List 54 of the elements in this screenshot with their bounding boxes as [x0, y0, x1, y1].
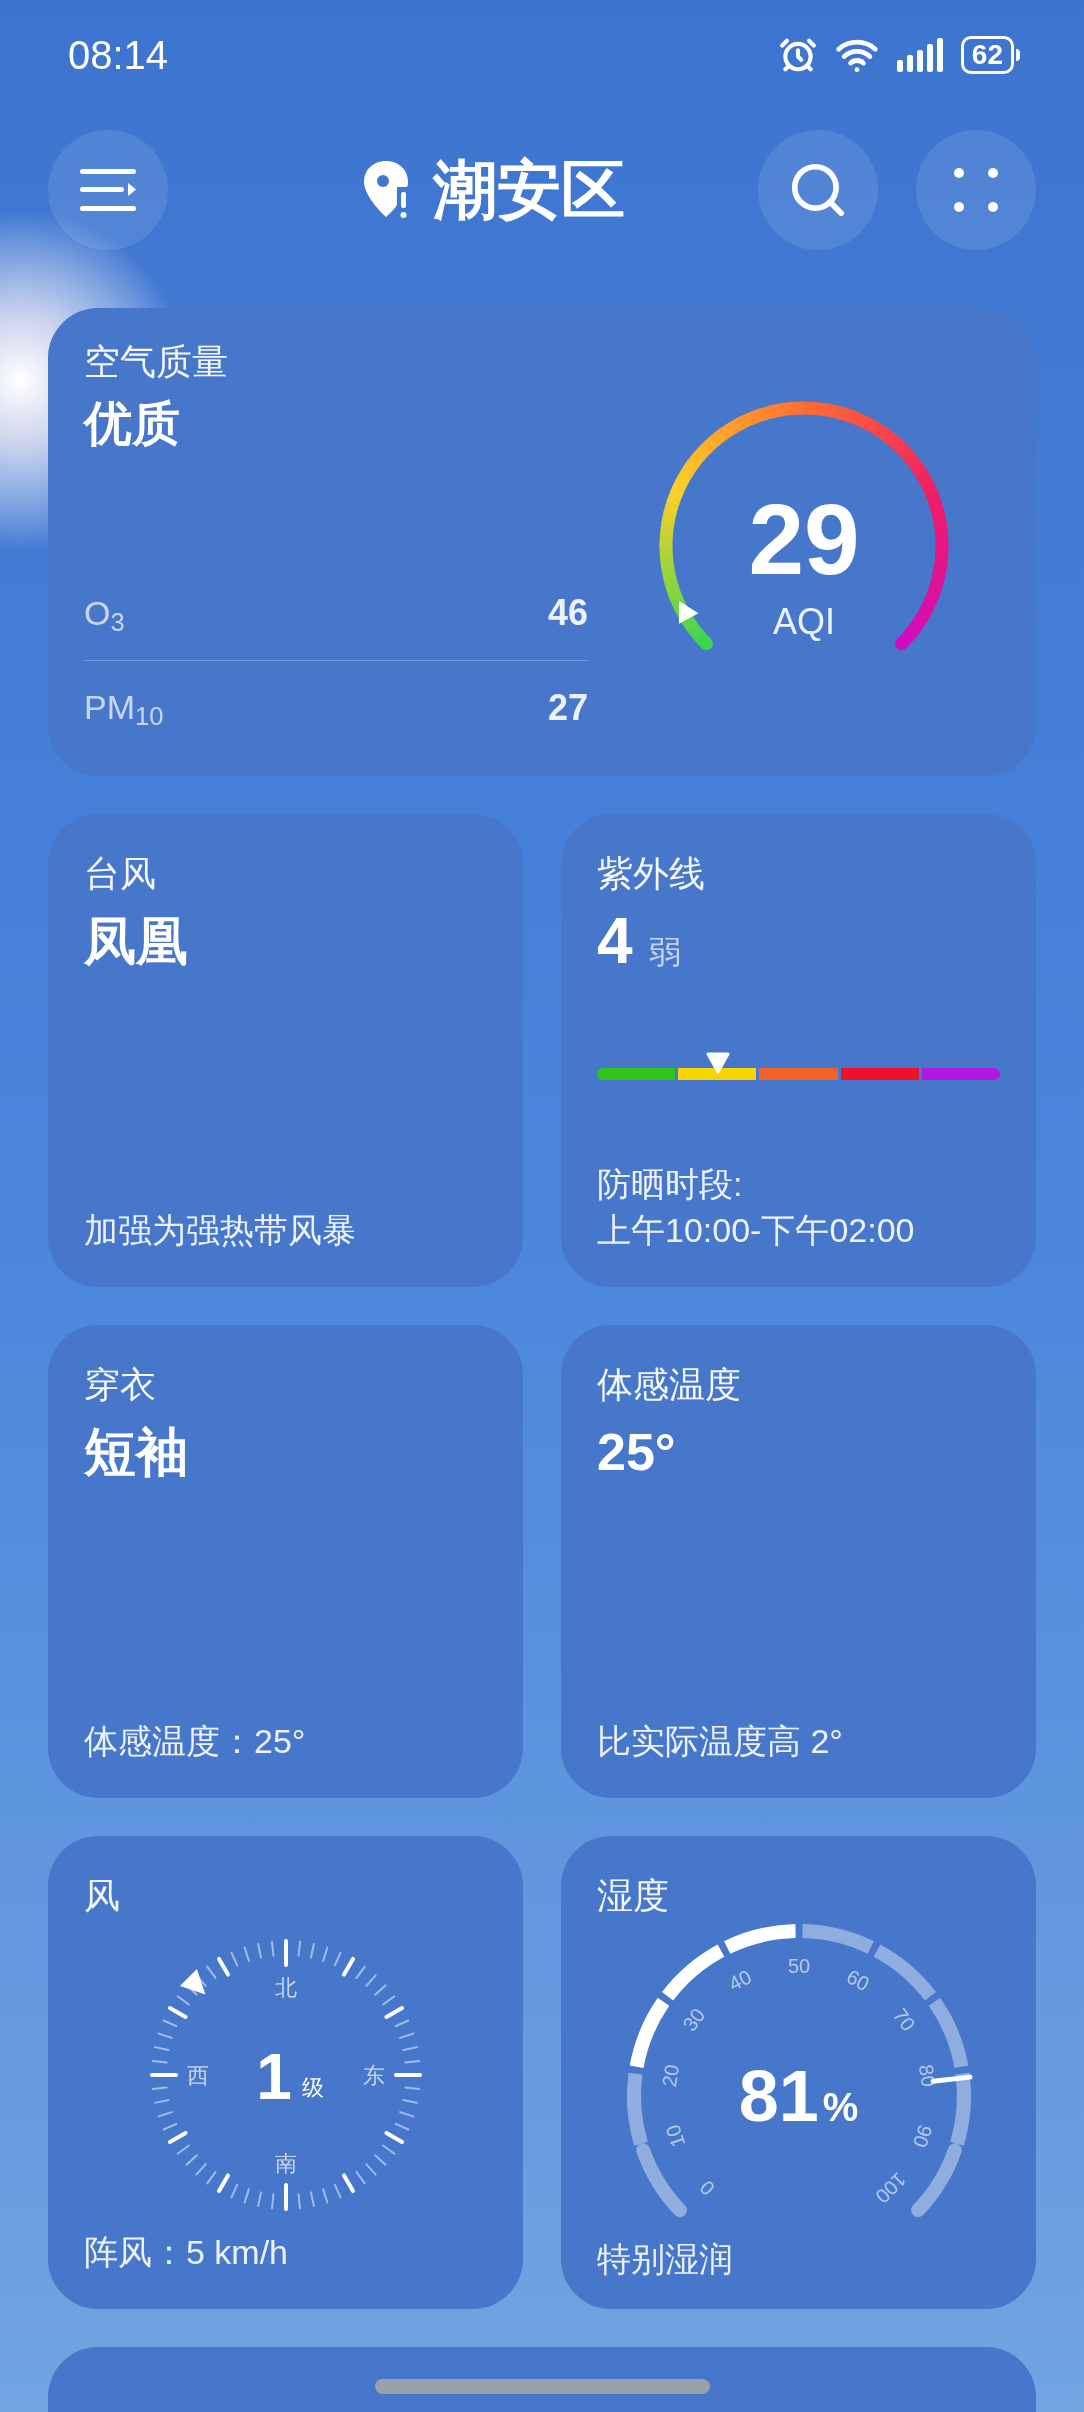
- card-note: 阵风：5 km/h: [84, 2232, 290, 2273]
- uv-index: 4: [597, 906, 633, 976]
- scale-label: 10: [660, 2122, 689, 2151]
- status-time: 08:14: [68, 32, 169, 79]
- uv-grade: 弱: [648, 933, 681, 972]
- card-title: 体感温度: [597, 1363, 742, 1407]
- card-value: 短袖: [84, 1422, 189, 1483]
- location-pin-icon: [361, 159, 411, 221]
- pollutant-value: 27: [547, 685, 588, 730]
- dots-icon: [954, 168, 998, 212]
- card-title: 风: [84, 1874, 121, 1918]
- card-note: 比实际温度高 2°: [597, 1721, 844, 1762]
- pollutant-name: PM$_{10}$: [84, 687, 164, 733]
- wind-direction-arrow: [179, 1968, 205, 1994]
- compass-label: 西: [186, 2062, 209, 2087]
- location-title: 潮安区: [433, 158, 625, 222]
- card-value: 凤凰: [84, 911, 189, 972]
- wind-unit: 级: [301, 2074, 324, 2099]
- card-title: 湿度: [597, 1874, 670, 1918]
- card-value: 25°: [597, 1422, 677, 1483]
- gauge-marker: [679, 601, 699, 624]
- alarm-icon: [778, 36, 817, 74]
- scale-label: 100: [870, 2168, 910, 2208]
- humidity-value: 81: [738, 2056, 819, 2136]
- scale-label: 60: [842, 1965, 873, 1995]
- scale-label: 70: [888, 2004, 920, 2036]
- scale-label: 40: [724, 1965, 755, 1995]
- compass-label: 北: [274, 1974, 297, 1999]
- card-note: 加强为强热带风暴: [84, 1210, 357, 1251]
- wind-level: 1: [255, 2040, 292, 2113]
- aqi-label: AQI: [773, 600, 835, 644]
- card-note: 体感温度：25°: [84, 1721, 307, 1762]
- humidity-unit: %: [822, 2084, 859, 2131]
- pollutant-value: 46: [547, 591, 588, 635]
- compass-label: 南: [274, 2150, 297, 2175]
- card-note: 特别湿润: [597, 2239, 734, 2280]
- scale-label: 0: [694, 2176, 719, 2200]
- air-quality-grade: 优质: [84, 396, 181, 452]
- signal-icon: [896, 38, 943, 72]
- scale-label: 50: [787, 1955, 810, 1977]
- card-note: 防晒时段:: [597, 1164, 744, 1205]
- card-title: 穿衣: [84, 1363, 157, 1407]
- card-note: 上午10:00-下午02:00: [597, 1210, 916, 1251]
- card-title: 台风: [84, 852, 157, 896]
- scale-label: 30: [677, 2004, 709, 2036]
- card-title: 空气质量: [84, 340, 229, 384]
- battery-indicator: 62: [960, 36, 1020, 74]
- pollutant-name: O$_{3}$: [84, 592, 125, 638]
- menu-icon: [78, 167, 138, 213]
- compass-label: 东: [362, 2062, 385, 2087]
- scale-label: 90: [908, 2122, 937, 2151]
- aqi-value: 29: [748, 484, 860, 594]
- card-title: 紫外线: [597, 852, 706, 896]
- scale-label: 20: [657, 2062, 683, 2089]
